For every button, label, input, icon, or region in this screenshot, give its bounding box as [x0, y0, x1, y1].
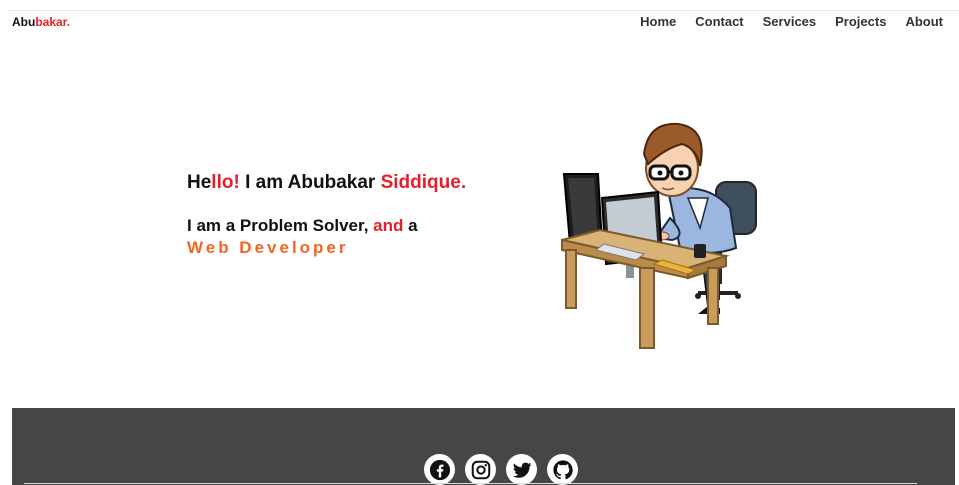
twitter-icon — [512, 462, 531, 478]
nav-about[interactable]: About — [905, 14, 943, 29]
hero-greeting: Hello! I am Abubakar Siddique. — [187, 172, 466, 194]
brand-logo[interactable]: Abubakar. — [12, 15, 70, 29]
footer-bottom-line — [24, 483, 917, 484]
developer-illustration — [561, 122, 757, 349]
brand-part-2: bakar — [35, 15, 67, 29]
main-nav: Home Contact Services Projects About — [621, 14, 943, 29]
tagline-end: a — [403, 216, 418, 235]
greeting-he: He — [187, 172, 212, 193]
hero-tagline: I am a Problem Solver, and a — [187, 216, 466, 236]
social-links — [424, 454, 578, 485]
greeting-mid: I am Abubakar — [239, 172, 381, 193]
brand-dot: . — [66, 15, 71, 29]
tagline-and: and — [373, 216, 404, 235]
footer — [12, 408, 955, 485]
greeting-last-name: Siddique. — [380, 172, 467, 193]
tagline-start: I am a Problem Solver, — [187, 216, 374, 235]
facebook-icon — [429, 459, 450, 480]
hero-role: Web Developer — [187, 238, 349, 257]
top-divider — [8, 10, 959, 11]
github-link[interactable] — [547, 454, 578, 485]
facebook-link[interactable] — [424, 454, 455, 485]
instagram-icon — [471, 460, 490, 479]
brand-part-1: Abu — [12, 15, 36, 29]
instagram-link[interactable] — [465, 454, 496, 485]
greeting-llo: llo! — [211, 172, 240, 193]
nav-home[interactable]: Home — [640, 14, 676, 29]
twitter-link[interactable] — [506, 454, 537, 485]
nav-contact[interactable]: Contact — [695, 14, 743, 29]
github-icon — [552, 459, 573, 479]
nav-services[interactable]: Services — [763, 14, 817, 29]
nav-projects[interactable]: Projects — [835, 14, 886, 29]
hero-section: Hello! I am Abubakar Siddique. I am a Pr… — [187, 172, 466, 258]
